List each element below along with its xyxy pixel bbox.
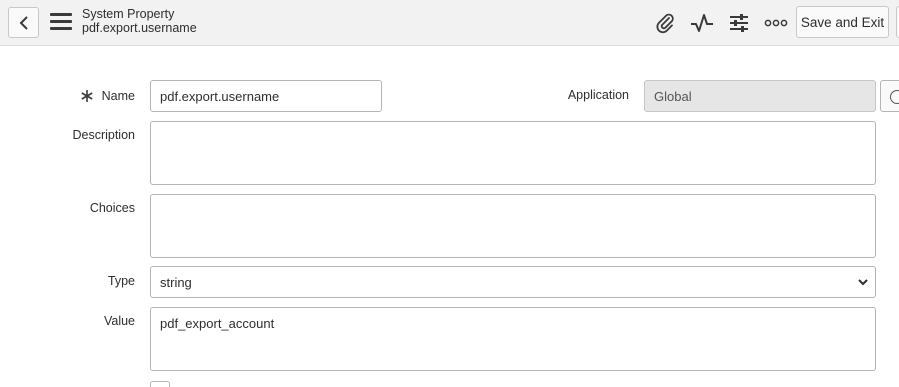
- description-label: Description: [72, 128, 135, 142]
- name-input[interactable]: [150, 80, 382, 112]
- form-header: System Property pdf.export.username Save…: [0, 0, 899, 46]
- application-info-button[interactable]: [880, 80, 899, 112]
- back-button[interactable]: [8, 7, 39, 38]
- more-icon[interactable]: [764, 11, 788, 35]
- choices-textarea[interactable]: [150, 194, 876, 258]
- type-select[interactable]: string: [150, 266, 876, 298]
- type-label: Type: [107, 274, 135, 288]
- menu-icon[interactable]: [50, 13, 72, 33]
- value-textarea[interactable]: pdf_export_account: [150, 307, 876, 371]
- choices-label: Choices: [89, 201, 135, 215]
- chevron-down-icon: [858, 279, 868, 286]
- attachment-icon[interactable]: [653, 11, 677, 35]
- record-display-value: pdf.export.username: [82, 21, 197, 35]
- save-and-exit-button[interactable]: Save and Exit: [796, 6, 889, 38]
- settings-sliders-icon[interactable]: [727, 11, 751, 35]
- type-selected-value: string: [160, 274, 192, 290]
- application-label: Application: [567, 88, 629, 102]
- checkbox[interactable]: [150, 381, 170, 387]
- name-label: Name: [101, 89, 135, 103]
- description-textarea[interactable]: [150, 121, 876, 185]
- record-title: System Property pdf.export.username: [82, 7, 197, 35]
- chevron-left-icon: [19, 15, 28, 30]
- page-title: System Property: [82, 7, 175, 21]
- application-field: Global: [644, 80, 876, 112]
- mandatory-indicator-icon: [81, 90, 93, 102]
- value-label: Value: [103, 314, 135, 328]
- info-icon: [890, 90, 899, 104]
- activity-icon[interactable]: [690, 11, 714, 35]
